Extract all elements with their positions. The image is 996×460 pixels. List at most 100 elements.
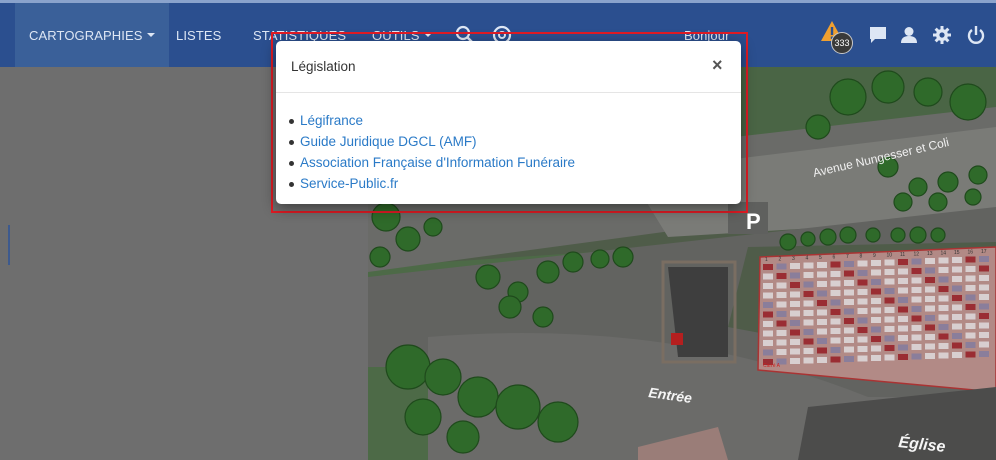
grave-plot[interactable] (844, 327, 854, 334)
grave-plot[interactable] (911, 306, 922, 312)
panel-resize-handle[interactable] (8, 225, 10, 265)
grave-plot[interactable] (776, 349, 787, 355)
grave-plot[interactable] (952, 342, 962, 349)
grave-plot[interactable] (979, 351, 989, 357)
grave-plot[interactable] (763, 330, 773, 337)
grave-plot[interactable] (925, 343, 935, 350)
grave-plot[interactable] (925, 305, 935, 312)
grave-plot[interactable] (776, 330, 787, 336)
grave-plot[interactable] (884, 345, 895, 351)
grave-plot[interactable] (911, 315, 922, 322)
grave-plot[interactable] (871, 288, 881, 295)
grave-plot[interactable] (871, 307, 881, 314)
grave-plot[interactable] (830, 318, 841, 325)
grave-plot[interactable] (817, 328, 827, 335)
grave-plot[interactable] (803, 281, 814, 288)
grave-plot[interactable] (844, 261, 854, 267)
power-icon[interactable] (967, 25, 985, 45)
grave-plot[interactable] (803, 300, 814, 307)
grave-plot[interactable] (979, 265, 989, 272)
grave-plot[interactable] (938, 324, 949, 330)
gear-icon[interactable] (933, 26, 951, 44)
grave-plot[interactable] (965, 266, 976, 272)
grave-plot[interactable] (790, 320, 800, 326)
grave-plot[interactable] (952, 304, 962, 311)
menu-cartographies[interactable]: CARTOGRAPHIES (15, 3, 169, 67)
grave-plot[interactable] (884, 259, 895, 266)
grave-plot[interactable] (938, 314, 949, 321)
grave-plot[interactable] (952, 333, 962, 339)
grave-plot[interactable] (911, 334, 922, 341)
grave-plot[interactable] (817, 357, 827, 363)
grave-plot[interactable] (763, 302, 773, 308)
grave-plot[interactable] (938, 333, 949, 340)
grave-plot[interactable] (790, 329, 800, 336)
grave-plot[interactable] (803, 310, 814, 316)
grave-plot[interactable] (871, 317, 881, 323)
grave-plot[interactable] (871, 345, 881, 352)
grave-plot[interactable] (925, 334, 935, 340)
grave-plot[interactable] (790, 263, 800, 269)
grave-plot[interactable] (979, 332, 989, 338)
grave-plot[interactable] (965, 256, 976, 263)
grave-plot[interactable] (965, 294, 976, 301)
grave-plot[interactable] (776, 292, 787, 298)
grave-plot[interactable] (830, 280, 841, 287)
grave-plot[interactable] (857, 308, 868, 314)
grave-plot[interactable] (803, 338, 814, 345)
grave-plot[interactable] (763, 340, 773, 346)
grave-plot[interactable] (844, 280, 854, 286)
grave-plot[interactable] (857, 327, 868, 333)
link-service-public[interactable]: Service-Public.fr (300, 176, 398, 191)
grave-plot[interactable] (979, 294, 989, 300)
grave-plot[interactable] (844, 289, 854, 296)
grave-plot[interactable] (965, 332, 976, 339)
grave-plot[interactable] (871, 260, 881, 266)
alerts-button[interactable]: 333 (820, 20, 853, 54)
grave-plot[interactable] (911, 268, 922, 274)
grave-plot[interactable] (803, 291, 814, 297)
grave-plot[interactable] (925, 267, 935, 274)
grave-plot[interactable] (979, 341, 989, 348)
grave-plot[interactable] (763, 349, 773, 356)
grave-plot[interactable] (844, 270, 854, 277)
grave-plot[interactable] (898, 354, 908, 360)
grave-plot[interactable] (776, 263, 787, 270)
grave-plot[interactable] (938, 305, 949, 311)
grave-plot[interactable] (857, 270, 868, 276)
grave-plot[interactable] (871, 279, 881, 285)
grave-plot[interactable] (817, 338, 827, 344)
grave-plot[interactable] (898, 335, 908, 341)
grave-plot[interactable] (857, 346, 868, 352)
grave-plot[interactable] (790, 291, 800, 298)
grave-plot[interactable] (790, 301, 800, 307)
grave-plot[interactable] (898, 306, 908, 313)
grave-plot[interactable] (871, 298, 881, 304)
grave-plot[interactable] (952, 295, 962, 301)
grave-plot[interactable] (911, 277, 922, 284)
link-guide-dgcl[interactable]: Guide Juridique DGCL (AMF) (300, 134, 477, 149)
grave-plot[interactable] (871, 355, 881, 361)
grave-plot[interactable] (844, 318, 854, 324)
grave-plot[interactable] (803, 272, 814, 278)
grave-plot[interactable] (857, 279, 868, 286)
grave-plot[interactable] (844, 299, 854, 305)
grave-plot[interactable] (925, 258, 935, 264)
grave-plot[interactable] (925, 353, 935, 359)
grave-plot[interactable] (925, 315, 935, 321)
grave-plot[interactable] (952, 314, 962, 320)
grave-plot[interactable] (830, 290, 841, 296)
grave-plot[interactable] (803, 329, 814, 335)
grave-plot[interactable] (803, 348, 814, 354)
link-afif[interactable]: Association Française d'Information Funé… (300, 155, 575, 170)
grave-plot[interactable] (817, 290, 827, 297)
grave-plot[interactable] (911, 325, 922, 331)
grave-plot[interactable] (979, 303, 989, 310)
grave-plot[interactable] (830, 309, 841, 315)
grave-plot[interactable] (844, 337, 854, 343)
grave-plot[interactable] (763, 321, 773, 327)
grave-plot[interactable] (803, 262, 814, 269)
grave-plot[interactable] (830, 337, 841, 344)
grave-plot[interactable] (776, 320, 787, 327)
grave-plot[interactable] (979, 313, 989, 319)
